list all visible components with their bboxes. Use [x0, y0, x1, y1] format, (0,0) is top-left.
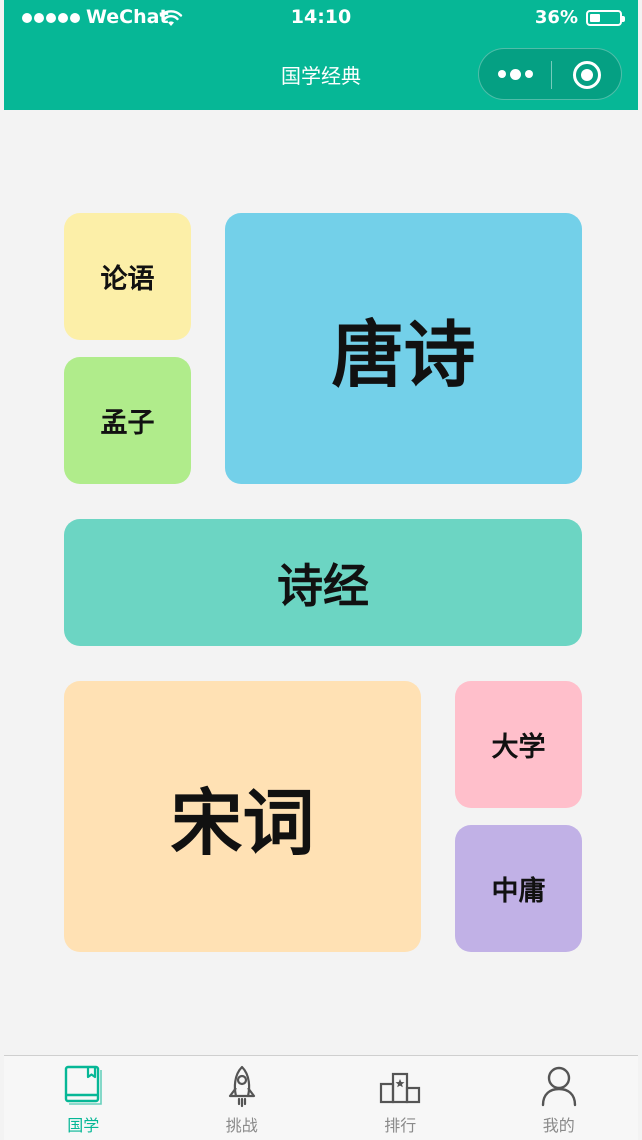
battery-icon	[586, 10, 625, 26]
tile-songci[interactable]: 宋词	[64, 681, 421, 952]
tab-wode[interactable]: 我的	[480, 1056, 639, 1140]
tile-shijing[interactable]: 诗经	[64, 519, 582, 646]
tab-label: 国学	[67, 1116, 100, 1135]
rocket-icon	[228, 1065, 255, 1108]
capsule-divider	[551, 61, 552, 89]
tab-bar: 国学 挑战 排行 我的	[4, 1055, 638, 1140]
battery-percent: 36%	[534, 7, 578, 28]
more-dots-icon[interactable]	[479, 49, 551, 99]
header: WeChat 14:10 36% 国学经典	[4, 0, 638, 110]
tab-tiaozhan[interactable]: 挑战	[163, 1056, 322, 1140]
tab-paihang[interactable]: 排行	[321, 1056, 480, 1140]
tile-lunyu[interactable]: 论语	[64, 213, 191, 340]
battery-fill	[590, 14, 600, 22]
close-circle-icon[interactable]	[573, 61, 601, 89]
tab-label: 挑战	[225, 1116, 258, 1135]
tab-label: 我的	[542, 1116, 575, 1135]
tile-zhongyong[interactable]: 中庸	[455, 825, 582, 952]
user-icon	[541, 1066, 576, 1107]
mini-program-capsule	[478, 48, 622, 100]
tile-mengzi[interactable]: 孟子	[64, 357, 191, 484]
tile-daxue[interactable]: 大学	[455, 681, 582, 808]
tab-guoxue[interactable]: 国学	[4, 1056, 163, 1140]
tile-tangshi[interactable]: 唐诗	[225, 213, 582, 484]
status-bar: WeChat 14:10 36%	[4, 0, 638, 38]
tab-label: 排行	[384, 1116, 417, 1135]
podium-icon	[380, 1072, 421, 1104]
book-icon	[65, 1065, 103, 1105]
